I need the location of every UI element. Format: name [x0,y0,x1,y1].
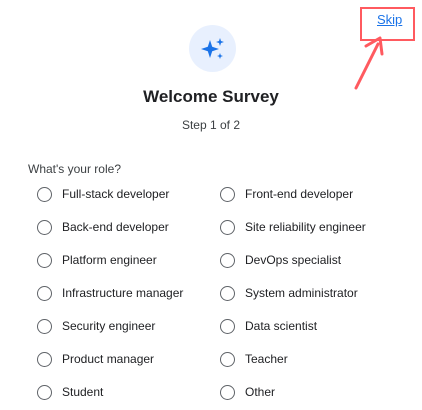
role-option-infrastructure-manager[interactable]: Infrastructure manager [37,283,220,303]
radio-button[interactable] [220,285,235,301]
role-options: Full-stack developer Front-end developer… [37,184,410,410]
option-label: System administrator [245,286,358,300]
radio-button[interactable] [220,318,235,334]
radio-button[interactable] [37,318,52,334]
option-label: Student [62,385,104,399]
option-label: Other [245,385,276,399]
radio-button[interactable] [220,219,235,235]
role-option-other[interactable]: Other [220,382,410,402]
role-option-student[interactable]: Student [37,382,220,402]
sparkles-badge [189,25,236,72]
role-option-teacher[interactable]: Teacher [220,349,410,369]
radio-button[interactable] [220,186,235,202]
role-option-site-reliability-engineer[interactable]: Site reliability engineer [220,217,410,237]
annotation-arrow-icon [354,36,384,90]
role-option-product-manager[interactable]: Product manager [37,349,220,369]
option-label: Data scientist [245,319,318,333]
role-option-devops-specialist[interactable]: DevOps specialist [220,250,410,270]
option-label: Full-stack developer [62,187,170,201]
radio-button[interactable] [37,351,52,367]
role-option-back-end-developer[interactable]: Back-end developer [37,217,220,237]
radio-button[interactable] [37,186,52,202]
role-option-security-engineer[interactable]: Security engineer [37,316,220,336]
step-indicator: Step 1 of 2 [181,118,241,132]
option-label: Site reliability engineer [245,220,366,234]
radio-button[interactable] [37,252,52,268]
survey-page: Skip Welcome Survey Step 1 of 2 What's y… [0,0,422,410]
option-label: Security engineer [62,319,156,333]
radio-button[interactable] [220,351,235,367]
radio-button[interactable] [220,252,235,268]
role-option-platform-engineer[interactable]: Platform engineer [37,250,220,270]
role-option-front-end-developer[interactable]: Front-end developer [220,184,410,204]
option-label: Teacher [245,352,288,366]
option-label: DevOps specialist [245,253,342,267]
skip-link[interactable]: Skip [377,12,402,27]
radio-button[interactable] [37,384,52,400]
option-label: Front-end developer [245,187,354,201]
option-label: Back-end developer [62,220,169,234]
radio-button[interactable] [37,285,52,301]
option-label: Infrastructure manager [62,286,184,300]
radio-button[interactable] [37,219,52,235]
page-title: Welcome Survey [143,87,279,106]
option-label: Platform engineer [62,253,157,267]
role-option-data-scientist[interactable]: Data scientist [220,316,410,336]
role-option-full-stack-developer[interactable]: Full-stack developer [37,184,220,204]
question-label: What's your role? [28,162,121,176]
sparkles-icon [200,37,224,59]
radio-button[interactable] [220,384,235,400]
role-option-system-administrator[interactable]: System administrator [220,283,410,303]
option-label: Product manager [62,352,155,366]
